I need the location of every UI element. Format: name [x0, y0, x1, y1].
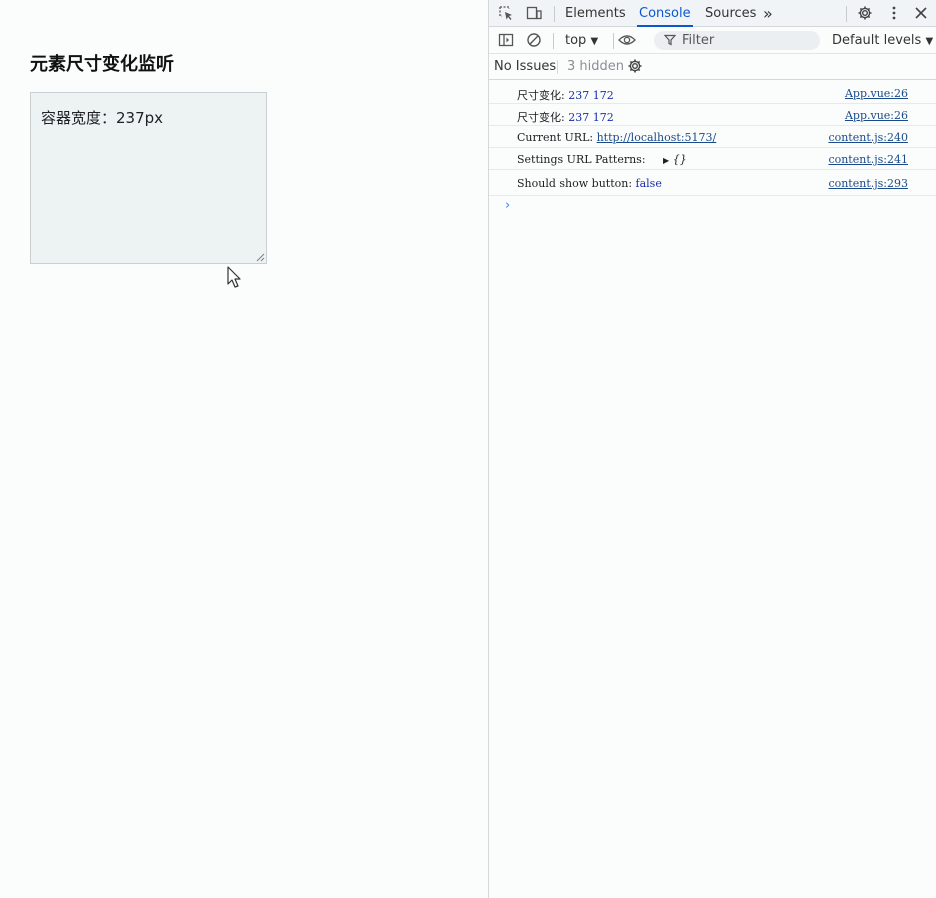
expand-triangle-icon[interactable]: ▶	[663, 156, 669, 165]
message-value: 237 172	[568, 111, 614, 124]
message-label: Settings URL Patterns:	[517, 153, 646, 166]
console-message: Should show button: false content.js:293	[489, 170, 936, 196]
filter-placeholder: Filter	[682, 33, 715, 48]
console-output: 尺寸变化: 237 172 App.vue:26 尺寸变化: 237 172 A…	[489, 82, 936, 213]
issues-bar: No Issues 3 hidden	[489, 54, 936, 80]
settings-gear-icon[interactable]	[856, 4, 874, 22]
log-levels-value: Default levels	[832, 33, 922, 48]
message-value: 237 172	[568, 89, 614, 102]
log-levels-select[interactable]: Default levels ▼	[832, 31, 933, 51]
inspect-element-icon[interactable]	[497, 4, 515, 22]
console-message: Current URL: http://localhost:5173/ cont…	[489, 126, 936, 148]
message-source-link[interactable]: App.vue:26	[845, 87, 908, 100]
filter-input[interactable]: Filter	[654, 31, 820, 50]
web-page: 元素尺寸变化监听 容器宽度：237px	[0, 0, 488, 898]
more-options-icon[interactable]	[885, 4, 903, 22]
no-issues-label[interactable]: No Issues	[494, 59, 556, 74]
page-title: 元素尺寸变化监听	[30, 54, 174, 75]
console-message: 尺寸变化: 237 172 App.vue:26	[489, 104, 936, 126]
message-object[interactable]: {}	[673, 153, 687, 166]
message-label: 尺寸变化:	[517, 111, 565, 124]
message-source-link[interactable]: App.vue:26	[845, 109, 908, 122]
live-expression-eye-icon[interactable]	[618, 31, 636, 49]
devtools-tabbar: Elements Console Sources »	[489, 0, 936, 27]
message-label: 尺寸变化:	[517, 89, 565, 102]
console-prompt-icon[interactable]: ›	[505, 198, 510, 213]
close-icon[interactable]	[912, 4, 930, 22]
console-toolbar: top ▼ Filter Default levels ▼	[489, 27, 936, 54]
context-select-value: top	[565, 33, 587, 48]
device-toolbar-icon[interactable]	[525, 4, 543, 22]
message-label: Should show button:	[517, 177, 633, 190]
message-source-link[interactable]: content.js:241	[828, 153, 908, 166]
devtools-panel: Elements Console Sources » top ▼ Filter …	[488, 0, 936, 898]
console-settings-gear-icon[interactable]	[626, 57, 644, 75]
message-source-link[interactable]: content.js:240	[828, 131, 908, 144]
chevron-down-icon: ▼	[925, 36, 934, 47]
chevron-down-icon: ▼	[590, 36, 599, 47]
filter-icon	[664, 34, 676, 46]
message-label: Current URL:	[517, 131, 594, 144]
console-message: 尺寸变化: 237 172 App.vue:26	[489, 82, 936, 104]
sidebar-toggle-icon[interactable]	[497, 31, 515, 49]
hidden-count: 3 hidden	[567, 59, 624, 74]
more-tabs-icon[interactable]: »	[761, 0, 775, 27]
mouse-cursor-icon	[227, 266, 241, 288]
context-select[interactable]: top ▼	[565, 31, 598, 50]
message-source-link[interactable]: content.js:293	[828, 177, 908, 190]
tab-elements[interactable]: Elements	[563, 0, 628, 27]
message-url-link[interactable]: http://localhost:5173/	[597, 131, 717, 144]
message-value: false	[635, 177, 662, 190]
clear-console-icon[interactable]	[525, 31, 543, 49]
tab-sources[interactable]: Sources	[703, 0, 758, 27]
container-width-text: 容器宽度：237px	[41, 109, 164, 127]
console-message: Settings URL Patterns: ▶ {} content.js:2…	[489, 148, 936, 170]
resize-handle-icon[interactable]	[256, 253, 265, 262]
tab-console[interactable]: Console	[637, 0, 693, 27]
resizable-container[interactable]: 容器宽度：237px	[30, 92, 267, 264]
screen: 元素尺寸变化监听 容器宽度：237px Elements Console Sou…	[0, 0, 936, 898]
